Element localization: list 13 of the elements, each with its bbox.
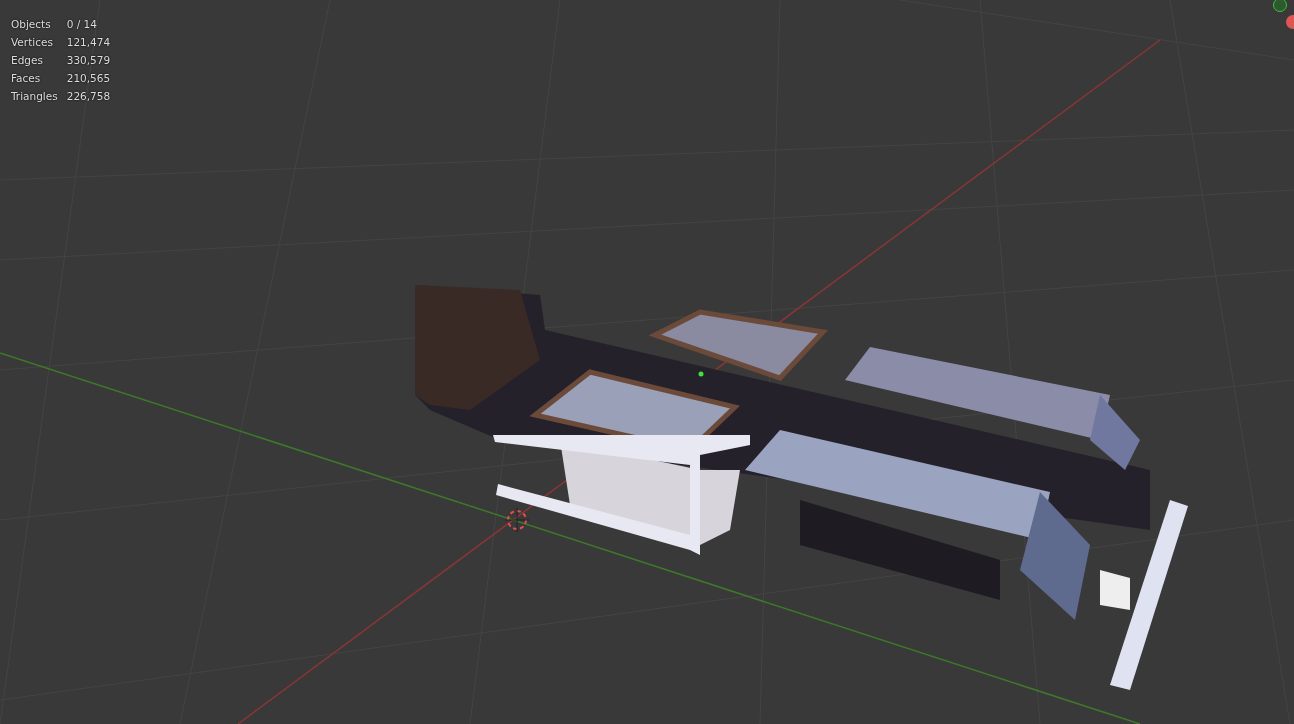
statistic-label: Faces [11,71,42,86]
statistic-label: Triangles [11,89,58,104]
statistic-value: 0 / 14 [66,17,98,32]
light-point-icon [698,371,704,377]
statistic-label: Vertices [11,35,54,50]
statistic-value: 226,758 [66,89,111,104]
statistic-label: Edges [11,53,44,68]
3d-cursor-icon [504,507,530,533]
statistic-label: Objects [11,17,52,32]
statistic-value: 121,474 [66,35,111,50]
statistic-value: 210,565 [66,71,111,86]
statistic-value: 330,579 [66,53,111,68]
y-axis-gizmo-icon[interactable] [1273,0,1287,12]
